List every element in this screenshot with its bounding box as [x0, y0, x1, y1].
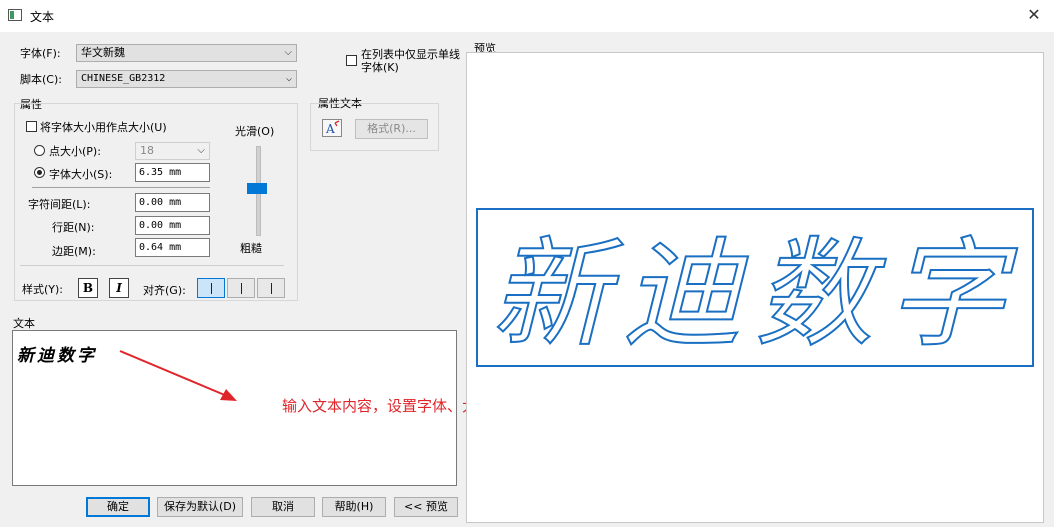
ok-button[interactable]: 确定	[86, 497, 150, 517]
bold-button[interactable]: B	[78, 278, 98, 298]
margin-input[interactable]: 0.64 mm	[135, 238, 210, 257]
style-label: 样式(Y):	[22, 283, 64, 296]
point-size-label: 点大小(P):	[49, 145, 101, 158]
script-select-value: CHINESE_GB2312	[81, 73, 166, 84]
italic-button[interactable]: I	[109, 278, 129, 298]
font-label: 字体(F):	[20, 47, 61, 60]
align-label: 对齐(G):	[143, 284, 186, 297]
point-size-select[interactable]: 18 ⌵	[135, 142, 210, 160]
font-select-value: 华文新魏	[81, 46, 125, 59]
char-spacing-label: 字符间距(L):	[28, 198, 91, 211]
smoothness-slider-thumb[interactable]	[247, 183, 267, 194]
single-line-font-label: 在列表中仅显示单线字体(K)	[361, 48, 460, 74]
window-app-icon	[8, 9, 22, 21]
rough-label: 粗糙	[240, 242, 262, 255]
close-icon[interactable]: ✕	[1020, 2, 1048, 28]
font-size-input[interactable]: 6.35 mm	[135, 163, 210, 182]
cancel-button[interactable]: 取消	[251, 497, 315, 517]
divider	[20, 265, 284, 266]
single-line-font-checkbox[interactable]	[346, 55, 357, 66]
use-point-size-checkbox[interactable]	[26, 121, 37, 132]
chevron-down-icon: ⌵	[285, 73, 292, 84]
line-spacing-input[interactable]: 0.00 mm	[135, 216, 210, 235]
preview-text-glyphs: 新迪数字	[491, 225, 1019, 363]
save-default-button[interactable]: 保存为默认(D)	[157, 497, 243, 517]
chevron-down-icon: ⌵	[197, 145, 205, 156]
window-title: 文本	[30, 10, 55, 24]
script-label: 脚本(C):	[20, 73, 62, 86]
margin-label: 边距(M):	[52, 245, 96, 258]
format-button[interactable]: 格式(R)...	[355, 119, 428, 139]
title-bar	[0, 0, 1054, 32]
text-area-content: 新迪数字	[17, 346, 97, 366]
line-spacing-label: 行距(N):	[52, 221, 95, 234]
char-spacing-input[interactable]: 0.00 mm	[135, 193, 210, 212]
point-size-value: 18	[140, 144, 154, 157]
divider	[32, 187, 210, 188]
smooth-label: 光滑(O)	[235, 125, 275, 138]
use-point-size-label: 将字体大小用作点大小(U)	[40, 121, 167, 134]
text-label: 文本	[13, 317, 35, 330]
align-right-button[interactable]	[257, 278, 285, 298]
script-select[interactable]: CHINESE_GB2312 ⌵	[76, 70, 297, 88]
attribute-text-icon[interactable]: A	[322, 119, 342, 137]
preview-text-frame: 新迪数字	[476, 208, 1034, 367]
point-size-radio[interactable]	[34, 145, 45, 156]
help-button[interactable]: 帮助(H)	[322, 497, 386, 517]
preview-toggle-button[interactable]: << 预览	[394, 497, 458, 517]
preview-text-outline: 新迪数字	[490, 224, 1019, 364]
annotation-arrow	[119, 350, 237, 401]
align-left-button[interactable]	[197, 278, 225, 298]
svg-text:A: A	[325, 122, 335, 136]
chevron-down-icon: ⌵	[284, 47, 292, 58]
font-select[interactable]: 华文新魏 ⌵	[76, 44, 297, 62]
font-size-label: 字体大小(S):	[49, 168, 113, 181]
align-center-button[interactable]	[227, 278, 255, 298]
font-size-radio[interactable]	[34, 167, 45, 178]
